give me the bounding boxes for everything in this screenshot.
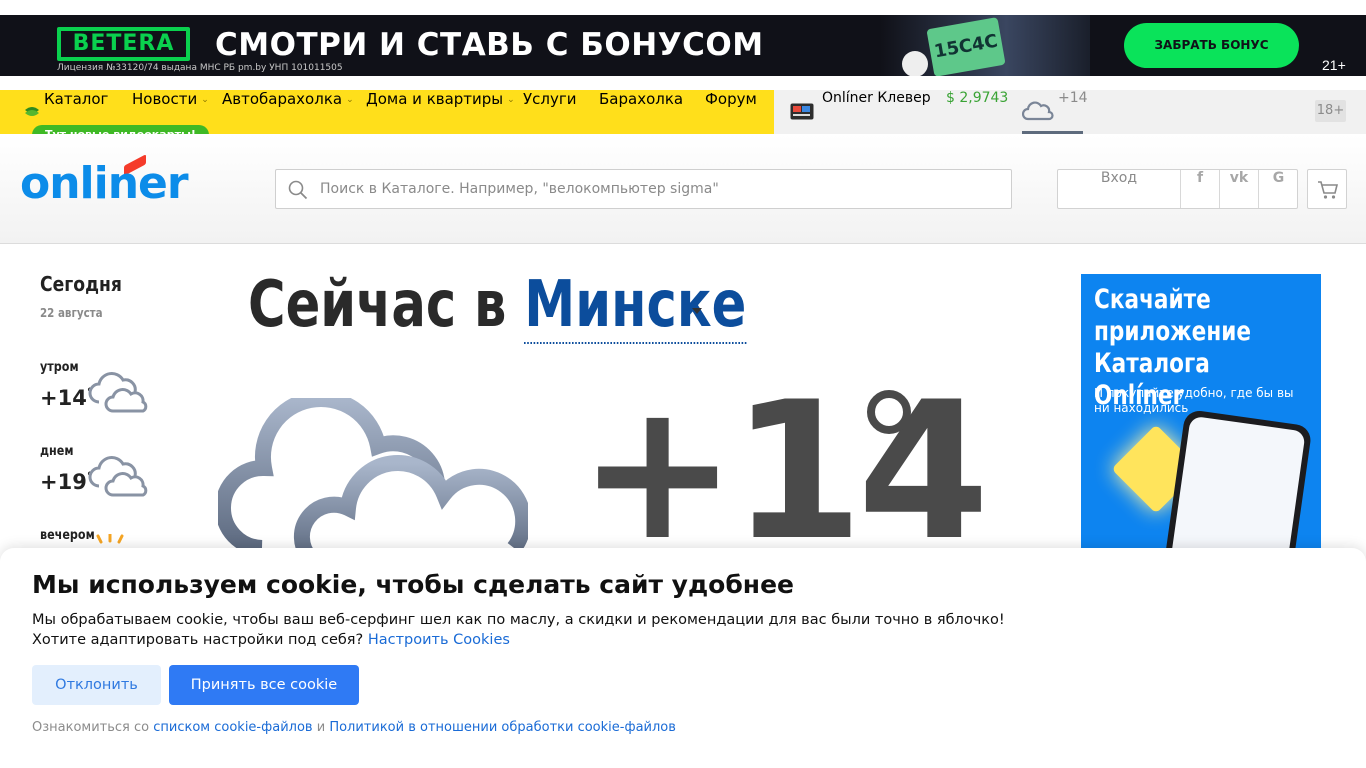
- cart-button[interactable]: [1307, 169, 1347, 209]
- forecast-day-temp: +19°: [40, 470, 93, 494]
- chevron-down-icon: ⌄: [201, 94, 209, 105]
- chevron-down-icon: ⌄: [507, 94, 515, 105]
- nav-item-auto[interactable]: Автобарахолка ⌄: [222, 90, 354, 134]
- heading-prefix: Сейчас в: [248, 268, 507, 342]
- google-icon[interactable]: G: [1259, 170, 1298, 208]
- footnote-prefix: Ознакомиться со: [32, 720, 150, 735]
- cookie-policy-link[interactable]: Политикой в отношении обработки cookie-ф…: [329, 720, 676, 735]
- clever-card-icon: [790, 103, 814, 120]
- search-input[interactable]: [320, 170, 1000, 208]
- cookie-settings-link[interactable]: Настроить Cookies: [368, 632, 510, 648]
- facebook-icon[interactable]: f: [1181, 170, 1220, 208]
- onliner-logo[interactable]: onliner: [20, 154, 200, 209]
- nav-item-label: Автобарахолка: [222, 90, 343, 108]
- auth-group: Вход f vk G: [1057, 169, 1298, 209]
- cookie-text-settings: Хотите адаптировать настройки под себя? …: [32, 632, 510, 648]
- cloudy-icon: [88, 456, 148, 497]
- cloudy-icon: [88, 372, 148, 413]
- forecast-day-label: днем: [40, 444, 74, 459]
- age-restriction-badge: 18+: [1315, 100, 1346, 122]
- cart-icon: [1318, 181, 1339, 199]
- cookie-list-link[interactable]: списком cookie-файлов: [153, 720, 312, 735]
- current-temperature: +14: [578, 361, 990, 582]
- search-box[interactable]: [275, 169, 1012, 209]
- top-ad-banner[interactable]: BETERA СМОТРИ И СТАВЬ С БОНУСОМ Лицензия…: [0, 15, 1366, 76]
- city-selector[interactable]: Минске: [524, 268, 747, 344]
- betera-logo: BETERA: [57, 27, 190, 61]
- sun-icon: [96, 534, 124, 544]
- cookie-consent-dialog: Мы используем cookie, чтобы сделать сайт…: [0, 548, 1366, 768]
- cloudy-icon: [218, 398, 528, 558]
- currency-rate[interactable]: $ 2,9743: [946, 90, 1008, 134]
- current-weather-heading: Сейчас в Минске: [248, 268, 747, 344]
- nav-item-baraholka[interactable]: Барахолка: [599, 90, 683, 134]
- nav-item-forum[interactable]: Форум: [705, 90, 757, 134]
- nav-item-label: Новости: [132, 90, 198, 108]
- cookie-title: Мы используем cookie, чтобы сделать сайт…: [32, 570, 794, 599]
- banner-artwork: 15С4С: [880, 15, 1090, 76]
- clever-link[interactable]: Onlíner Клевер: [822, 90, 931, 134]
- forecast-evening-label: вечером: [40, 528, 95, 543]
- cloudy-icon: [1022, 101, 1054, 121]
- banner-promo-art: 15С4С: [926, 17, 1006, 76]
- nav-item-label: Дома и квартиры: [366, 90, 504, 108]
- degree-symbol: [867, 390, 911, 434]
- weather-widget[interactable]: +14: [1022, 90, 1088, 134]
- forecast-morning-temp: +14°: [40, 386, 93, 410]
- banner-age-label: 21+: [1322, 57, 1346, 73]
- nav-item-realty[interactable]: Дома и квартиры ⌄: [366, 90, 515, 134]
- today-date: 22 августа: [40, 306, 103, 320]
- weather-temp: +14: [1058, 90, 1088, 106]
- banner-license: Лицензия №33120/74 выдана МНС РБ pm.by У…: [57, 63, 343, 73]
- chevron-down-icon: ⌄: [346, 94, 354, 105]
- chevron-down-icon[interactable]: [692, 308, 702, 314]
- accept-all-button[interactable]: Принять все cookie: [169, 665, 359, 705]
- login-button[interactable]: Вход: [1058, 170, 1181, 208]
- footnote-and: и: [316, 720, 326, 735]
- logo-wordmark: onliner: [20, 158, 189, 209]
- forecast-morning-label: утром: [40, 360, 79, 375]
- banner-cta-button[interactable]: ЗАБРАТЬ БОНУС: [1124, 23, 1299, 68]
- catalog-app-ad[interactable]: Скачайте приложение Каталога Onlíner И п…: [1081, 274, 1321, 574]
- cookie-footnote: Ознакомиться со списком cookie-файлов и …: [32, 720, 676, 735]
- nav-item-services[interactable]: Услуги: [523, 90, 576, 134]
- vk-icon[interactable]: vk: [1220, 170, 1259, 208]
- today-title: Сегодня: [40, 272, 122, 296]
- banner-headline: СМОТРИ И СТАВЬ С БОНУСОМ: [215, 27, 764, 63]
- catalog-icon: [25, 107, 39, 116]
- cookie-text-question: Хотите адаптировать настройки под себя?: [32, 632, 364, 648]
- search-icon: [288, 180, 308, 200]
- page: BETERA СМОТРИ И СТАВЬ С БОНУСОМ Лицензия…: [0, 0, 1366, 768]
- cookie-text: Мы обрабатываем cookie, чтобы ваш веб-се…: [32, 612, 1005, 628]
- decline-button[interactable]: Отклонить: [32, 665, 161, 705]
- football-icon: [902, 51, 928, 76]
